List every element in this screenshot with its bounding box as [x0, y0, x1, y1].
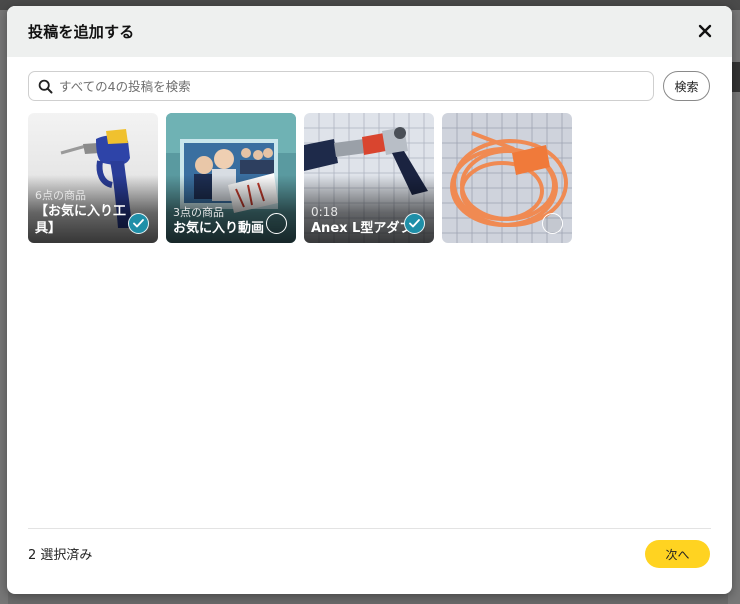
- post-card[interactable]: 3点の商品 お気に入り動画: [166, 113, 296, 243]
- search-icon: [38, 79, 53, 93]
- post-meta: 6点の商品 【お気に入り工具】: [35, 188, 132, 237]
- modal-header: 投稿を追加する: [7, 6, 732, 57]
- checkmark-icon: [409, 219, 420, 228]
- post-card[interactable]: 6点の商品 【お気に入り工具】: [28, 113, 158, 243]
- post-card[interactable]: [442, 113, 572, 243]
- selection-check[interactable]: [542, 213, 563, 234]
- post-title: お気に入り動画: [173, 221, 265, 236]
- post-title: Anex L型アダプ: [311, 221, 408, 236]
- modal-title: 投稿を追加する: [28, 23, 135, 41]
- footer-divider: [28, 528, 711, 529]
- post-title: 【お気に入り工具】: [35, 204, 127, 236]
- post-meta: 0:18 Anex L型アダプ: [311, 205, 408, 237]
- post-subtitle: 0:18: [311, 205, 338, 219]
- checkmark-icon: [133, 219, 144, 228]
- search-input[interactable]: [59, 78, 653, 94]
- post-card[interactable]: 0:18 Anex L型アダプ: [304, 113, 434, 243]
- add-post-modal: 投稿を追加する 検索: [7, 6, 732, 594]
- close-button[interactable]: [694, 20, 716, 42]
- selection-check[interactable]: [128, 213, 149, 234]
- close-icon: [698, 24, 712, 38]
- post-subtitle: 3点の商品: [173, 206, 224, 219]
- selected-count: 2 選択済み: [28, 548, 93, 563]
- search-button[interactable]: 検索: [663, 71, 710, 101]
- post-meta: 3点の商品 お気に入り動画: [173, 205, 270, 237]
- search-row: 検索: [28, 71, 711, 101]
- next-button[interactable]: 次へ: [645, 540, 710, 568]
- search-box[interactable]: [28, 71, 654, 101]
- post-subtitle: 6点の商品: [35, 189, 86, 202]
- post-grid: 6点の商品 【お気に入り工具】 3点の商品 お気に入り動画 0:18 Anex …: [28, 113, 572, 243]
- selection-check[interactable]: [266, 213, 287, 234]
- selection-check[interactable]: [404, 213, 425, 234]
